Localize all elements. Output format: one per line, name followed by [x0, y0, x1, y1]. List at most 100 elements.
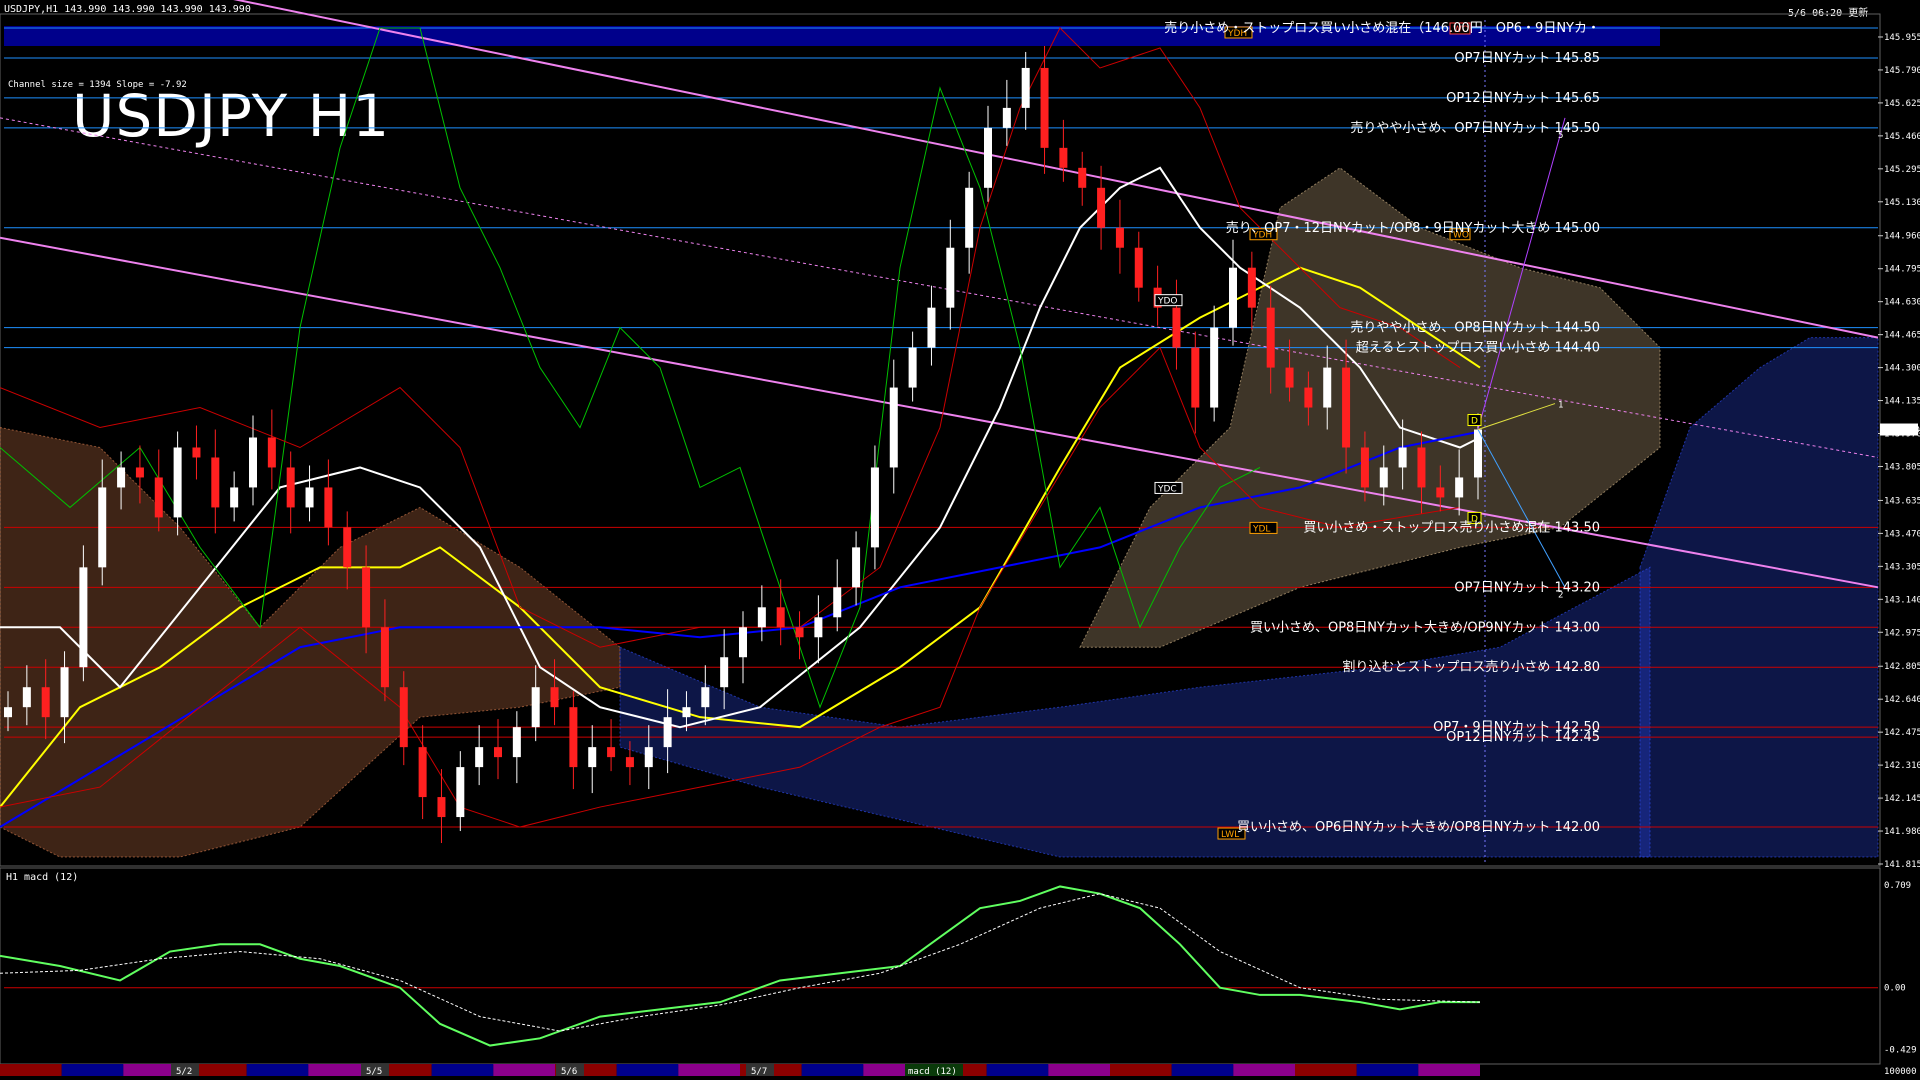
channel-upper: [233, 0, 1879, 339]
candle-body: [1115, 227, 1124, 248]
candle-body: [324, 487, 333, 528]
price-tick-label: 144.630: [1884, 298, 1920, 308]
price-tick-label: 144.135: [1884, 397, 1920, 407]
level-annotation: 売り、OP7・12日NYカット/OP8・9日NYカット大きめ 145.00: [1226, 220, 1600, 236]
candle-body: [305, 487, 314, 508]
candle-body: [946, 247, 955, 308]
price-tick-label: 142.640: [1884, 695, 1920, 705]
candle-body: [494, 747, 502, 758]
date-bar-segment: [616, 1064, 679, 1076]
candle-body: [1398, 447, 1407, 468]
level-annotation: 割り込むとストップロス売り小さめ 142.80: [1342, 659, 1600, 675]
wave-label-1: 1: [1558, 401, 1563, 411]
candle-body: [550, 687, 559, 708]
candle-body: [1059, 147, 1068, 168]
price-tick-label: 145.955: [1884, 33, 1920, 43]
date-bar-segment: [678, 1064, 740, 1076]
date-bar-segment: [431, 1064, 494, 1076]
candle-body: [1172, 307, 1181, 348]
candle-body: [682, 707, 691, 718]
date-bar-segment: [1048, 1064, 1110, 1076]
date-label: 5/5: [366, 1067, 382, 1077]
date-label: 5/7: [751, 1067, 767, 1077]
candle-body: [135, 467, 144, 478]
date-bar-segment: [1356, 1064, 1419, 1076]
macd-tick-top: 0.709: [1884, 881, 1911, 891]
candle-body: [4, 707, 12, 718]
marker-ydc: YDC: [1157, 484, 1177, 494]
level-annotation: 超えるとストップロス買い小さめ 144.40: [1356, 341, 1600, 356]
candle-body: [512, 727, 521, 758]
macd-tick-zero: 0.00: [1884, 984, 1906, 994]
date-bar-segment: [986, 1064, 1049, 1076]
candle-body: [1040, 67, 1049, 148]
level-annotation: 売りやや小さめ、OP8日NYカット 144.50: [1350, 320, 1600, 336]
date-bar-segment: [801, 1064, 864, 1076]
candle-body: [192, 447, 201, 458]
candle-body: [249, 437, 257, 488]
candle-body: [531, 687, 540, 728]
date-bar-segment: [61, 1064, 124, 1076]
candle-body: [1002, 107, 1011, 128]
price-tick-label: 143.635: [1884, 496, 1920, 506]
date-bar-segment: [493, 1064, 555, 1076]
cloud-orange-right: [1079, 167, 1661, 648]
price-tick-label: 145.130: [1884, 198, 1920, 208]
candle-body: [870, 467, 879, 548]
date-bar-segment: [1171, 1064, 1234, 1076]
candle-body: [1191, 347, 1200, 408]
marker-ydl: YDL: [1252, 524, 1270, 534]
price-tick-label: 145.790: [1884, 66, 1920, 76]
candle-body: [475, 747, 484, 768]
price-tick-label: 143.305: [1884, 562, 1920, 572]
candle-body: [1078, 167, 1087, 188]
candle-body: [625, 757, 634, 768]
candle-body: [1210, 327, 1219, 408]
marker-d-top: D: [1471, 417, 1478, 427]
date-bar-segment: [246, 1064, 309, 1076]
marker-ydo: YDO: [1157, 297, 1178, 307]
candle-body: [22, 687, 31, 708]
candle-body: [343, 527, 352, 568]
macd-line: [0, 885, 1480, 1047]
date-label: 5/2: [176, 1067, 192, 1077]
candle-body: [833, 587, 842, 618]
date-bar-segment: [1418, 1064, 1480, 1076]
price-tick-label: 145.295: [1884, 165, 1920, 175]
price-tick-label: 142.475: [1884, 728, 1920, 738]
price-tick-label: 144.960: [1884, 232, 1920, 242]
macd-label: H1 macd (12): [6, 872, 79, 883]
candle-body: [1266, 307, 1275, 368]
price-tick-label: 142.805: [1884, 662, 1920, 672]
candle-body: [757, 607, 766, 628]
date-bar-segment: [0, 1064, 62, 1076]
date-bar-segment: [1233, 1064, 1295, 1076]
candle-body: [1455, 477, 1464, 498]
candle-body: [1474, 429, 1482, 478]
candle-body: [173, 447, 182, 518]
level-annotation: OP12日NYカット 145.65: [1446, 91, 1600, 106]
price-tick-label: 142.310: [1884, 761, 1920, 771]
candle-body: [607, 747, 616, 758]
candle-body: [399, 687, 408, 748]
candle-body: [437, 797, 446, 818]
candle-body: [230, 487, 239, 508]
price-tick-label: 145.460: [1884, 132, 1920, 142]
candle-body: [1360, 447, 1369, 488]
candle-body: [720, 657, 729, 688]
candle-body: [98, 487, 107, 568]
date-bar-segment: [1110, 1064, 1172, 1076]
price-tick-label: 143.140: [1884, 595, 1920, 605]
price-tick-label: 141.815: [1884, 860, 1920, 870]
candle-body: [569, 707, 578, 768]
date-bar-segment: [308, 1064, 370, 1076]
candle-body: [286, 467, 295, 508]
price-tick-label: 144.465: [1884, 331, 1920, 341]
candle-body: [1021, 67, 1030, 108]
candle-body: [1417, 447, 1426, 488]
candle-body: [117, 467, 126, 488]
level-annotation: OP7日NYカット 145.85: [1454, 51, 1600, 66]
candle-body: [154, 477, 163, 518]
level-annotation: 売り小さめ・ストップロス買い小さめ混在（146.00円 OP6・9日NYカ・: [1164, 20, 1600, 36]
level-annotation: OP7日NYカット 143.20: [1454, 580, 1600, 595]
